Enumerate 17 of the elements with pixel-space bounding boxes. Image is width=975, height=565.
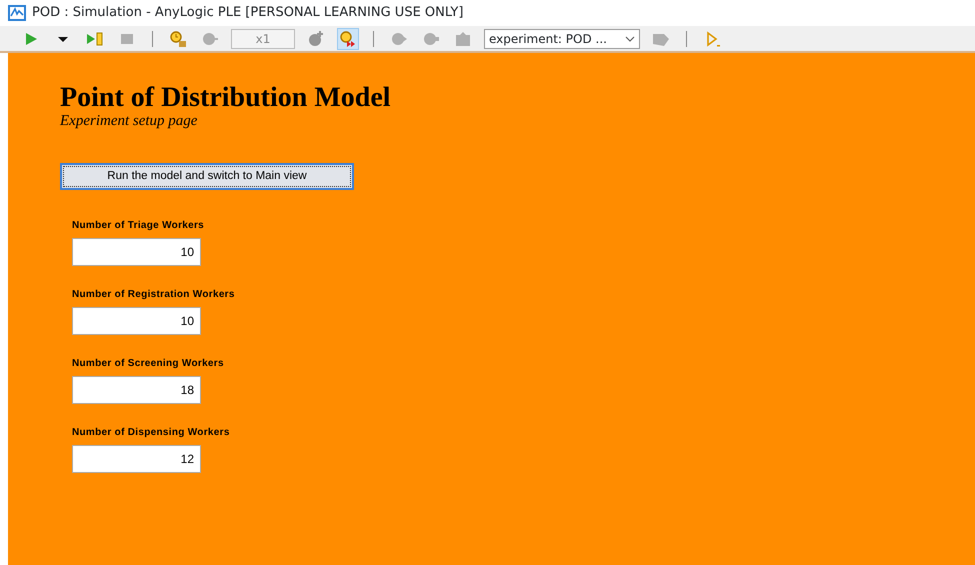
number-field[interactable]: 10 [72,238,201,266]
fast-forward-icon[interactable] [337,28,359,50]
number-field[interactable]: 12 [72,445,201,473]
field-label: Number of Triage Workers [72,219,206,233]
field-label: Number of Screening Workers [72,357,225,371]
app-logo-icon [8,3,26,23]
chevron-icon [625,36,635,42]
field-label: Number of Registration Workers [72,288,236,302]
number-field[interactable]: 10 [72,307,201,335]
number-field[interactable]: 18 [72,376,201,404]
field-label: Number of Dispensing Workers [72,426,231,440]
run-button[interactable]: Run the model and switch to Main view [60,163,354,190]
speed-field: x1 [231,28,295,48]
page-subtitle: Experiment setup page [60,113,198,129]
experiment-dropdown[interactable]: experiment: POD ... [484,28,640,48]
page-title: Point of Distribution Model [60,83,392,113]
window-title: POD : Simulation - AnyLogic PLE [PERSONAL LEARNING USE ONLY] [32,4,464,22]
